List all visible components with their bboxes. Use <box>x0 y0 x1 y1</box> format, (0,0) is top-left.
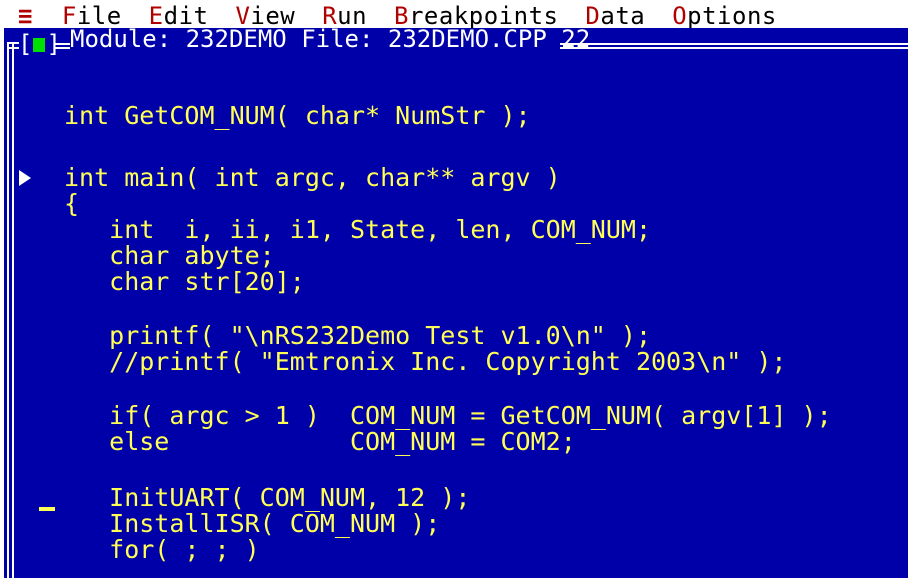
code-line[interactable]: if( argc > 1 ) COM_NUM = GetCOM_NUM( arg… <box>64 402 831 430</box>
code-line[interactable]: for( ; ; ) <box>64 536 260 564</box>
menu-bar: ≡ File Edit View Run Breakpoints Data Op… <box>4 4 908 28</box>
current-line-arrow-icon <box>19 170 31 186</box>
menu-label: iew <box>250 2 296 30</box>
menu-run[interactable]: Run <box>322 4 367 28</box>
menu-edit[interactable]: Edit <box>149 4 209 28</box>
menu-label: dit <box>163 2 209 30</box>
menu-data[interactable]: Data <box>585 4 645 28</box>
code-line[interactable]: printf( "\nRS232Demo Test v1.0\n" ); <box>64 322 651 350</box>
menu-file[interactable]: File <box>62 4 122 28</box>
menu-label: reakpoints <box>408 2 559 30</box>
code-line[interactable]: //printf( "Emtronix Inc. Copyright 2003\… <box>64 348 786 376</box>
code-line[interactable]: int i, ii, i1, State, len, COM_NUM; <box>64 216 651 244</box>
module-window: [] Module: 232DEMO File: 232DEMO.CPP 22 … <box>4 28 908 578</box>
source-code-pane[interactable]: int GetCOM_NUM( char* NumStr ); int main… <box>4 28 908 578</box>
menu-hotkey: B <box>394 2 409 30</box>
code-line[interactable]: else COM_NUM = COM2; <box>64 428 576 456</box>
debugger-screen: ≡ File Edit View Run Breakpoints Data Op… <box>0 0 908 578</box>
menu-breakpoints[interactable]: Breakpoints <box>394 4 558 28</box>
menu-view[interactable]: View <box>235 4 295 28</box>
menu-options[interactable]: Options <box>672 4 777 28</box>
menu-label: ata <box>600 2 646 30</box>
code-line[interactable]: int GetCOM_NUM( char* NumStr ); <box>64 102 531 130</box>
code-line[interactable]: int main( int argc, char** argv ) <box>64 164 561 192</box>
menu-label: ptions <box>687 2 777 30</box>
menu-hotkey: V <box>235 2 251 30</box>
code-line[interactable]: { <box>64 190 79 218</box>
menu-label: ile <box>76 2 122 30</box>
code-line[interactable]: char str[20]; <box>64 268 305 296</box>
menu-hotkey: R <box>322 2 338 30</box>
code-line[interactable]: char abyte; <box>64 242 275 270</box>
menu-hotkey: E <box>148 2 164 30</box>
code-line[interactable]: InstallISR( COM_NUM ); <box>64 510 440 538</box>
menu-hotkey: D <box>585 2 601 30</box>
code-line[interactable]: InitUART( COM_NUM, 12 ); <box>64 484 470 512</box>
menu-label: un <box>337 2 368 30</box>
text-cursor <box>39 507 55 511</box>
menu-hotkey: F <box>61 2 77 30</box>
menu-hotkey: O <box>672 2 688 30</box>
system-menu-icon[interactable]: ≡ <box>18 4 33 28</box>
